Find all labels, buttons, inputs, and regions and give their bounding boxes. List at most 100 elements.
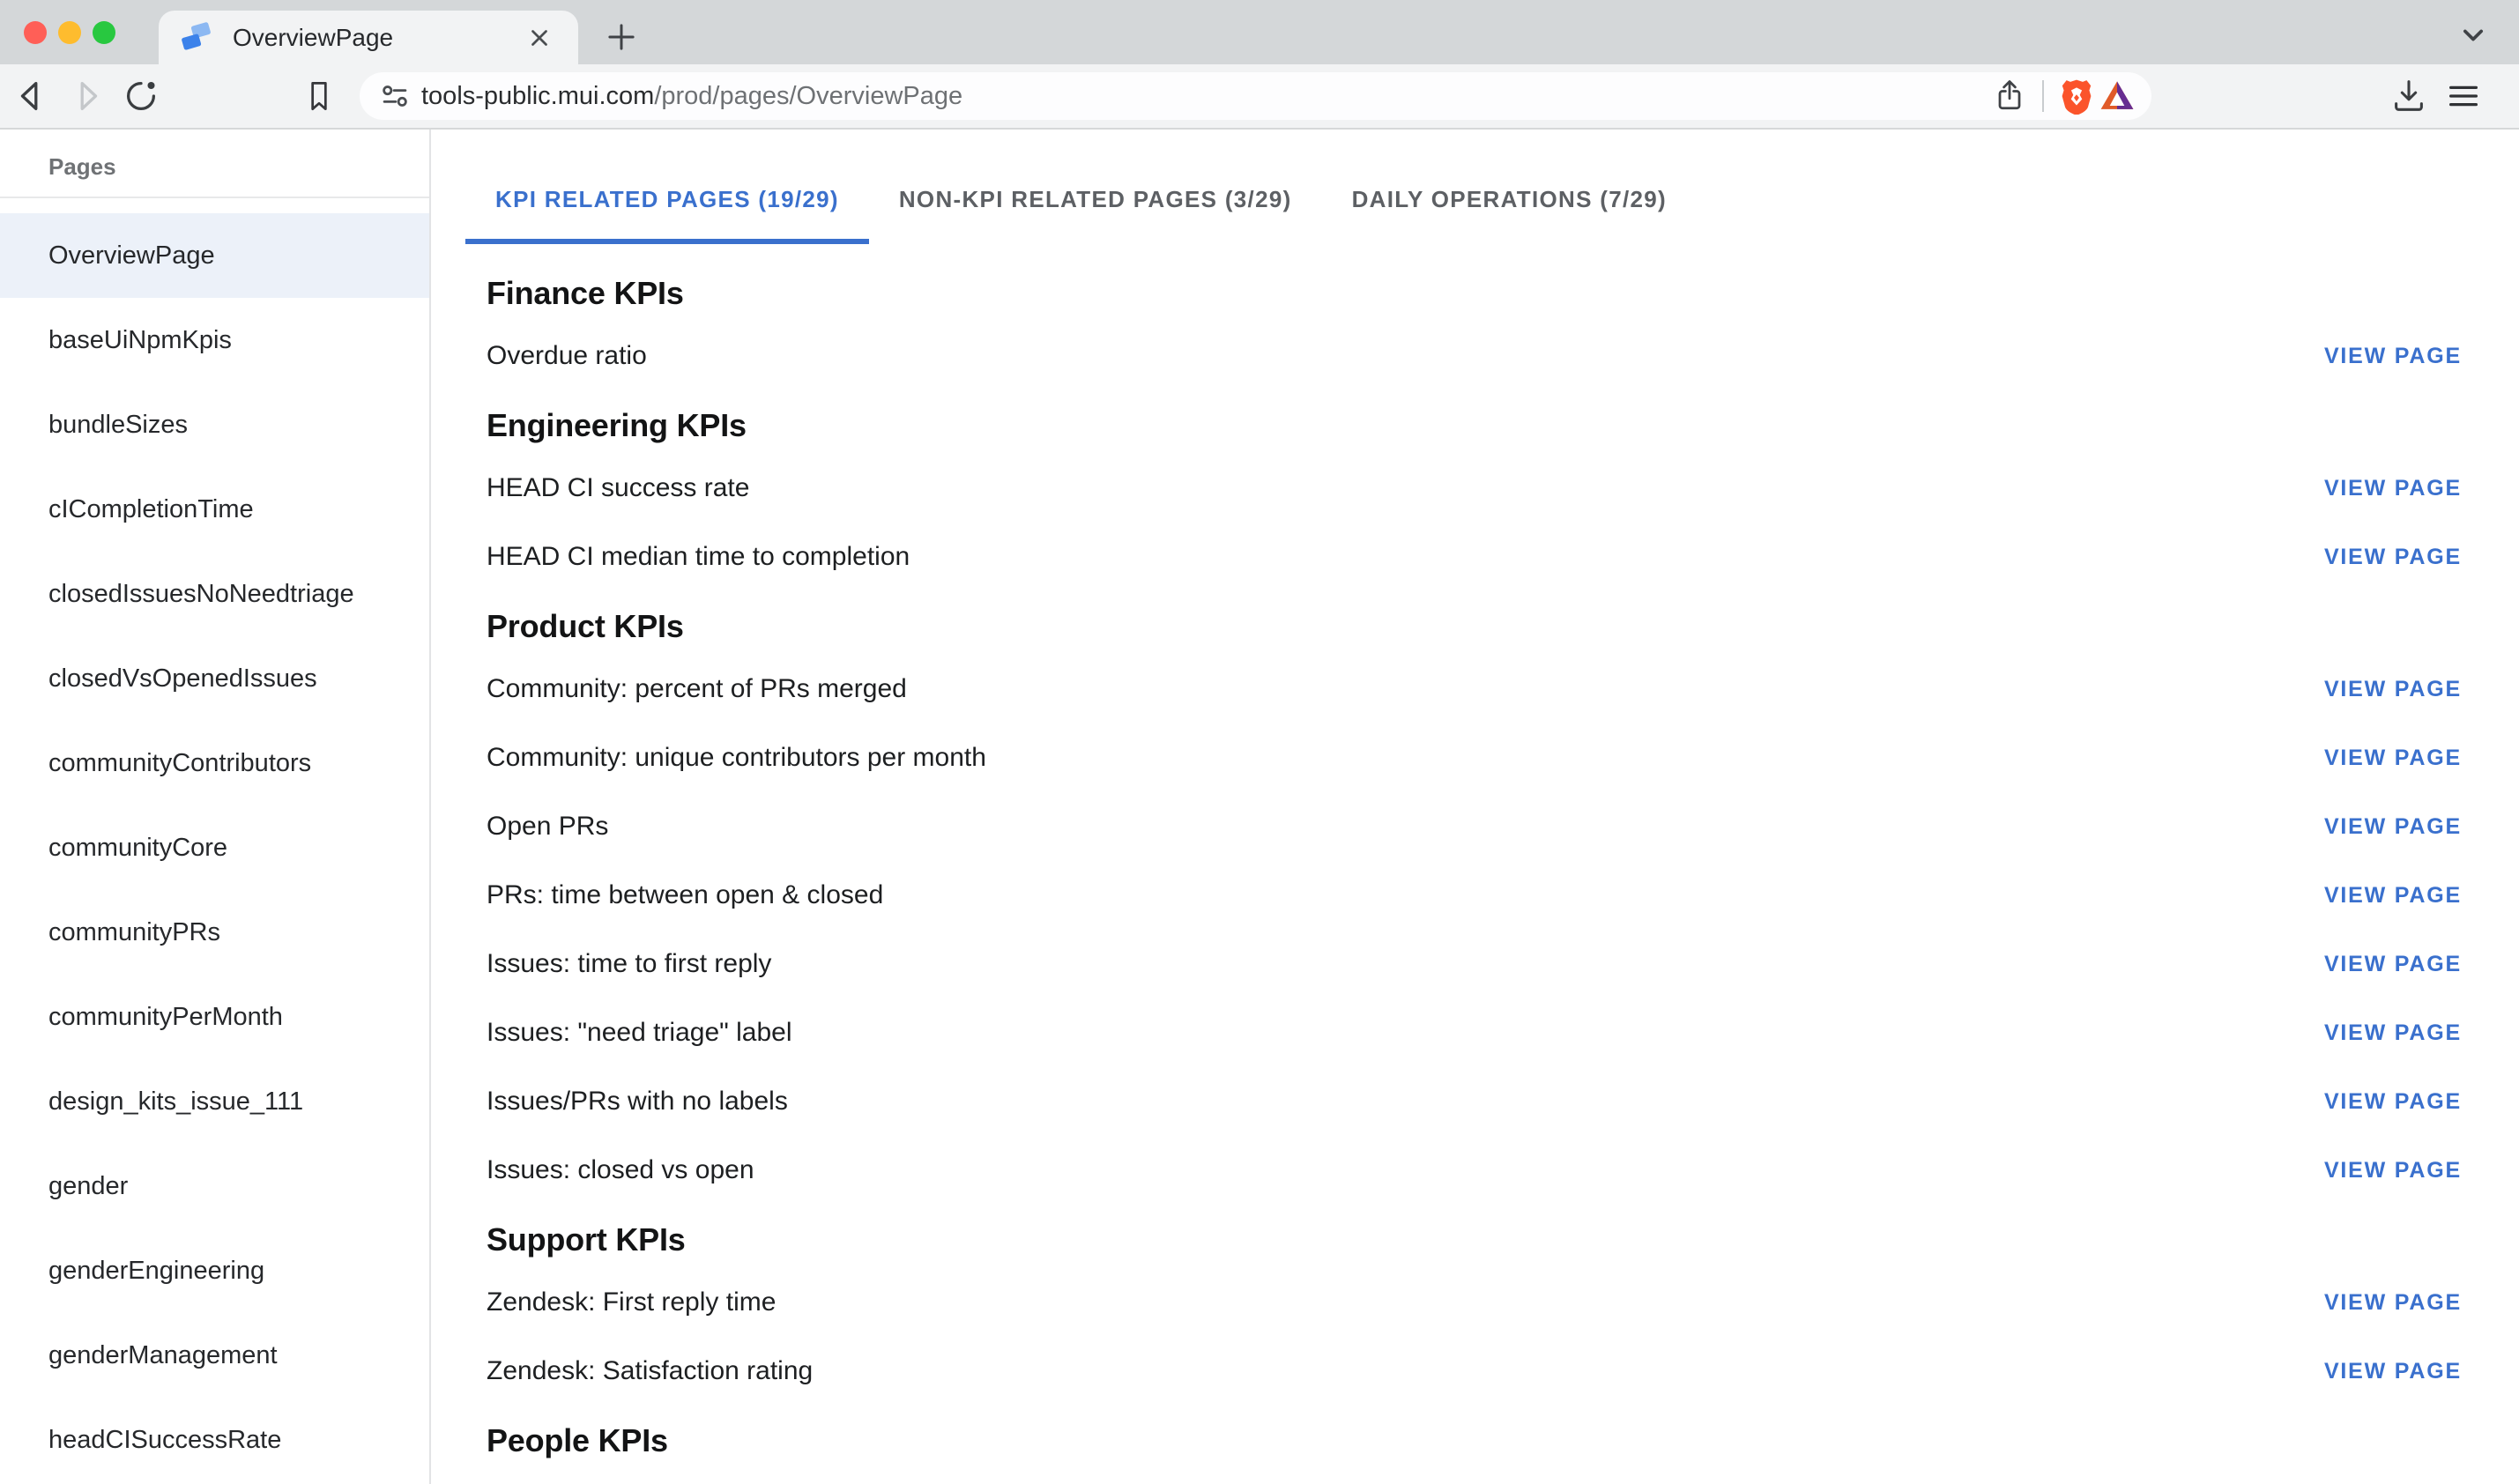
kpi-section: People KPIs [487,1420,2463,1462]
view-page-button[interactable]: VIEW PAGE [2322,737,2463,780]
tab-kpi-related[interactable]: KPI RELATED PAGES (19/29) [465,160,869,244]
kpi-label: PRs: time between open & closed [487,880,883,910]
sidebar-item[interactable]: communityPerMonth [0,975,429,1059]
toolbar-divider [2042,80,2044,112]
kpi-label: Issues/PRs with no labels [487,1087,788,1117]
sidebar-item[interactable]: communityCore [0,805,429,890]
url-path: /prod/pages/OverviewPage [654,82,962,110]
kpi-section: Finance KPIs Overdue ratio VIEW PAGE [487,272,2463,390]
pages-sidebar: Pages OverviewPagebaseUiNpmKpisbundleSiz… [0,130,431,1484]
kpi-section: Support KPIs Zendesk: First reply time VIE… [487,1219,2463,1406]
page-content: Pages OverviewPagebaseUiNpmKpisbundleSiz… [0,130,2519,1484]
section-title: Product KPIs [487,605,2463,648]
bookmark-icon[interactable] [297,74,341,118]
view-page-button[interactable]: VIEW PAGE [2322,536,2463,579]
kpi-row: PRs: time between open & closed VIEW PAGE [487,861,2463,930]
brave-shield-icon[interactable] [2056,76,2097,116]
forward-icon[interactable] [64,74,108,118]
view-page-button[interactable]: VIEW PAGE [2322,335,2463,378]
tab-daily-operations[interactable]: DAILY OPERATIONS (7/29) [1322,160,1697,244]
kpi-row: Issues/PRs with no labels VIEW PAGE [487,1067,2463,1136]
sidebar-list: OverviewPagebaseUiNpmKpisbundleSizescICo… [0,198,429,1482]
category-tabs: KPI RELATED PAGES (19/29)NON-KPI RELATED… [465,160,2463,244]
site-settings-icon[interactable] [375,77,414,115]
zoom-window-button[interactable] [93,21,115,44]
kpi-section: Engineering KPIs HEAD CI success rateVIEW… [487,404,2463,591]
kpi-label: Issues: closed vs open [487,1155,754,1185]
kpi-label: Issues: time to first reply [487,949,771,979]
new-tab-icon[interactable] [596,11,647,63]
kpi-row: Open PRs VIEW PAGE [487,792,2463,861]
sidebar-item[interactable]: genderManagement [0,1313,429,1398]
close-tab-icon[interactable] [522,20,557,56]
url-text: tools-public.mui.com/prod/pages/Overview… [421,82,962,111]
kpi-row: Issues: "need triage" label VIEW PAGE [487,998,2463,1067]
kpi-label: HEAD CI median time to completion [487,542,910,572]
sidebar-item[interactable]: gender [0,1144,429,1228]
browser-toolbar: tools-public.mui.com/prod/pages/Overview… [0,64,2519,130]
tab-strip: OverviewPage [0,0,2519,64]
back-icon[interactable] [10,74,54,118]
kpi-row: Community: percent of PRs merged VIEW PAG… [487,655,2463,723]
share-icon[interactable] [1989,76,2030,116]
download-icon[interactable] [2387,74,2431,118]
sidebar-item[interactable]: headCISuccessRate [0,1398,429,1482]
browser-window: OverviewPage [0,0,2519,1484]
view-page-button[interactable]: VIEW PAGE [2322,874,2463,917]
menu-icon[interactable] [2441,74,2486,118]
sidebar-item[interactable]: communityContributors [0,721,429,805]
view-page-button[interactable]: VIEW PAGE [2322,943,2463,986]
view-page-button[interactable]: VIEW PAGE [2322,668,2463,711]
bat-rewards-icon[interactable] [2097,76,2137,116]
kpi-label: Issues: "need triage" label [487,1018,792,1048]
main-panel: KPI RELATED PAGES (19/29)NON-KPI RELATED… [431,130,2519,1484]
kpi-label: Community: unique contributors per month [487,743,986,773]
sidebar-item[interactable]: baseUiNpmKpis [0,298,429,382]
kpi-row: HEAD CI success rateVIEW PAGE [487,454,2463,523]
kpi-sections: Finance KPIsOverdue ratioVIEW PAGEEngine… [487,272,2463,1462]
kpi-label: Community: percent of PRs merged [487,674,907,704]
url-domain: tools-public.mui.com [421,82,654,110]
kpi-label: Zendesk: First reply time [487,1287,776,1317]
section-title: Support KPIs [487,1219,2463,1261]
sidebar-item[interactable]: design_kits_issue_111 [0,1059,429,1144]
traffic-lights [24,21,115,44]
view-page-button[interactable]: VIEW PAGE [2322,1281,2463,1324]
sidebar-item[interactable]: bundleSizes [0,382,429,467]
mui-favicon-icon [178,20,213,56]
sidebar-item[interactable]: communityPRs [0,890,429,975]
kpi-label: Overdue ratio [487,341,647,371]
sidebar-item[interactable]: closedVsOpenedIssues [0,636,429,721]
kpi-row: HEAD CI median time to completion VIEW PA… [487,523,2463,591]
view-page-button[interactable]: VIEW PAGE [2322,1350,2463,1393]
kpi-row: Zendesk: Satisfaction rating VIEW PAGE [487,1337,2463,1406]
sidebar-item[interactable]: closedIssuesNoNeedtriage [0,552,429,636]
sidebar-item[interactable]: genderEngineering [0,1228,429,1313]
view-page-button[interactable]: VIEW PAGE [2322,467,2463,510]
kpi-label: Open PRs [487,812,608,842]
minimize-window-button[interactable] [58,21,81,44]
sidebar-header: Pages [0,130,429,198]
view-page-button[interactable]: VIEW PAGE [2322,805,2463,849]
view-page-button[interactable]: VIEW PAGE [2322,1149,2463,1192]
section-title: People KPIs [487,1420,2463,1462]
section-title: Finance KPIs [487,272,2463,315]
kpi-label: Zendesk: Satisfaction rating [487,1356,813,1386]
kpi-section: Product KPIs Community: percent of PRs me… [487,605,2463,1205]
kpi-row: Issues: time to first reply VIEW PAGE [487,930,2463,998]
kpi-row: Zendesk: First reply time VIEW PAGE [487,1268,2463,1337]
browser-tab[interactable]: OverviewPage [159,11,578,64]
view-page-button[interactable]: VIEW PAGE [2322,1080,2463,1124]
tab-title: OverviewPage [233,24,522,52]
reload-icon[interactable] [119,74,163,118]
sidebar-item[interactable]: OverviewPage [0,213,429,298]
section-title: Engineering KPIs [487,404,2463,447]
tab-non-kpi-related[interactable]: NON-KPI RELATED PAGES (3/29) [869,160,1322,244]
url-bar[interactable]: tools-public.mui.com/prod/pages/Overview… [360,72,2151,120]
view-page-button[interactable]: VIEW PAGE [2322,1012,2463,1055]
close-window-button[interactable] [24,21,47,44]
kpi-row: Overdue ratio VIEW PAGE [487,322,2463,390]
chevron-down-icon[interactable] [2448,12,2498,58]
sidebar-item[interactable]: cICompletionTime [0,467,429,552]
kpi-row: Community: unique contributors per month… [487,723,2463,792]
